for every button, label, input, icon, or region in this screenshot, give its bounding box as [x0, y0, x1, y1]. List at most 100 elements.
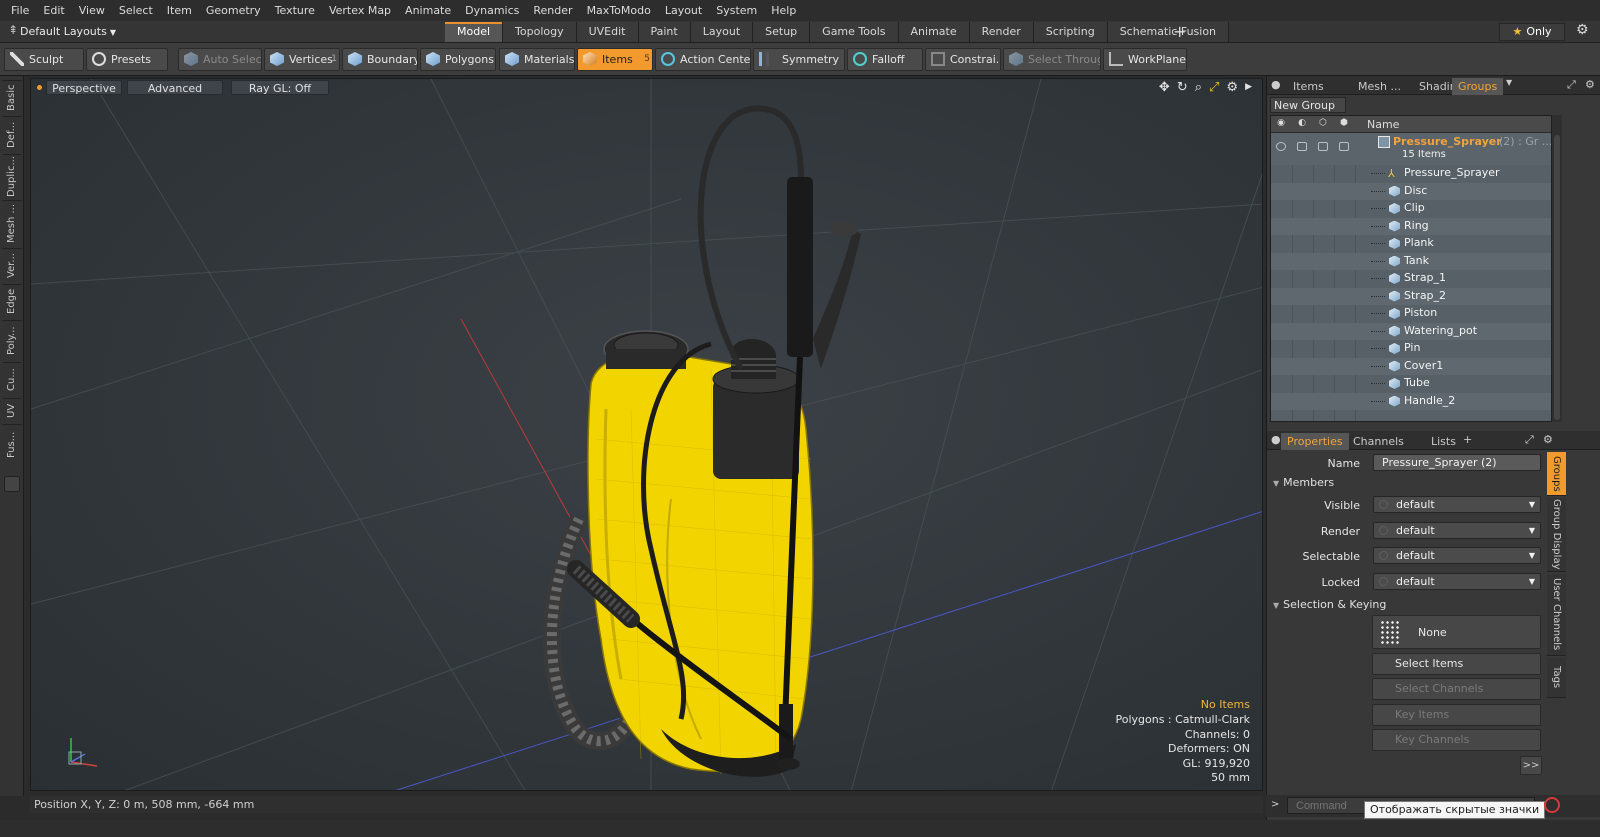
tab-layout[interactable]: Layout	[690, 22, 754, 42]
menu-maxtomodo[interactable]: MaxToModo	[580, 0, 658, 21]
tab-setup[interactable]: Setup	[753, 22, 811, 42]
tab-paint[interactable]: Paint	[638, 22, 691, 42]
none-button[interactable]: None	[1372, 615, 1541, 649]
presets-button[interactable]: Presets	[86, 48, 168, 71]
boundary-button[interactable]: Boundary	[342, 48, 418, 71]
panel-gear-icon[interactable]: ⚙	[1585, 78, 1595, 91]
list-item[interactable]: Watering_pot	[1271, 322, 1551, 340]
menu-item[interactable]: Item	[160, 0, 199, 21]
locked-select[interactable]: default ▼	[1373, 573, 1541, 590]
tab-game-tools[interactable]: Game Tools	[810, 22, 899, 42]
add-tab-icon[interactable]: +	[1173, 22, 1186, 42]
expand-arrow-icon[interactable]: ▶	[1245, 80, 1252, 95]
list-item[interactable]: Pin	[1271, 340, 1551, 358]
key-items-button[interactable]: Key Items	[1372, 704, 1541, 726]
menu-geometry[interactable]: Geometry	[199, 0, 268, 21]
menu-vertex-map[interactable]: Vertex Map	[322, 0, 398, 21]
selection-keying-section[interactable]: ▼ Selection & Keying	[1273, 598, 1386, 611]
name-field[interactable]: Pressure_Sprayer (2)	[1373, 454, 1541, 471]
group-row[interactable]: Pressure_Sprayer (2) : Gr ... 15 Items	[1271, 133, 1551, 165]
menu-view[interactable]: View	[72, 0, 112, 21]
advanced-button[interactable]: Advanced	[127, 80, 223, 95]
zoom-icon[interactable]: ⌕	[1195, 80, 1202, 95]
group-visibility-eye-icon[interactable]	[1276, 142, 1286, 151]
materials-button[interactable]: Materials	[499, 48, 575, 71]
menu-file[interactable]: File	[4, 0, 36, 21]
menu-edit[interactable]: Edit	[36, 0, 71, 21]
lock-icon[interactable]: ⬢	[1337, 118, 1351, 130]
more-button[interactable]: >>	[1520, 756, 1542, 775]
select-items-button[interactable]: Select Items	[1372, 653, 1541, 675]
tab-topology[interactable]: Topology	[503, 22, 577, 42]
gear-icon[interactable]: ⚙	[1576, 22, 1589, 38]
menu-help[interactable]: Help	[764, 0, 803, 21]
group-lock-toggle[interactable]	[1339, 142, 1349, 151]
left-tab-vertex[interactable]: Ver...	[3, 248, 21, 282]
constraints-button[interactable]: Constrai...	[925, 48, 1001, 71]
properties-expand-icon[interactable]: ⤢	[1525, 433, 1534, 447]
panel-tabs-dropdown-icon[interactable]: ▼	[1506, 78, 1512, 87]
tab-render[interactable]: Render	[969, 22, 1034, 42]
fit-icon[interactable]: ⤢	[1209, 80, 1219, 95]
list-item[interactable]: Plank	[1271, 235, 1551, 253]
list-item[interactable]: Disc	[1271, 182, 1551, 200]
visibility-eye-icon[interactable]: ◉	[1274, 118, 1288, 130]
list-item[interactable]: Strap_2	[1271, 287, 1551, 305]
list-item[interactable]: Clip	[1271, 200, 1551, 218]
side-tab-group-display[interactable]: Group Display	[1547, 498, 1566, 572]
raygl-button[interactable]: Ray GL: Off	[231, 80, 329, 95]
panel-dot-icon[interactable]: ●	[1271, 78, 1281, 91]
left-tab-duplicate[interactable]: Duplic...	[3, 154, 21, 198]
tab-groups[interactable]: Groups	[1452, 78, 1504, 95]
list-item[interactable]: Ring	[1271, 217, 1551, 235]
tab-items[interactable]: Items	[1287, 78, 1330, 95]
falloff-button[interactable]: Falloff	[847, 48, 923, 71]
properties-gear-icon[interactable]: ⚙	[1543, 433, 1553, 446]
3d-viewport[interactable]: Perspective Advanced Ray GL: Off ✥ ↻ ⌕ ⤢…	[30, 78, 1263, 791]
symmetry-button[interactable]: Symmetry	[753, 48, 845, 71]
group-render-icon[interactable]	[1297, 142, 1307, 151]
list-item[interactable]: Strap_1	[1271, 270, 1551, 288]
scrollbar-thumb[interactable]	[1554, 135, 1560, 420]
menu-layout[interactable]: Layout	[658, 0, 709, 21]
layout-selector[interactable]: Default Layouts ▼	[20, 21, 116, 43]
left-tab-fusion[interactable]: Fus...	[3, 424, 21, 464]
list-item[interactable]: Handle_2	[1271, 392, 1551, 410]
polygons-button[interactable]: Polygons	[420, 48, 496, 71]
rotate-icon[interactable]: ↻	[1177, 80, 1188, 95]
select-through-button[interactable]: Select Through	[1003, 48, 1101, 71]
view-mode-button[interactable]: Perspective	[46, 80, 122, 95]
side-tab-tags[interactable]: Tags	[1547, 658, 1566, 698]
only-button[interactable]: ★ Only	[1499, 23, 1565, 41]
viewport-gear-icon[interactable]: ⚙	[1226, 80, 1238, 95]
pan-icon[interactable]: ✥	[1159, 80, 1170, 95]
left-strip-toggle[interactable]	[4, 476, 20, 492]
properties-dot-icon[interactable]: ●	[1271, 433, 1281, 446]
members-section[interactable]: ▼ Members	[1273, 476, 1334, 489]
select-lock-icon[interactable]: ⬡	[1316, 118, 1330, 130]
name-column-header[interactable]: Name	[1367, 118, 1399, 131]
tab-model[interactable]: Model	[445, 22, 504, 42]
list-item[interactable]: Tank	[1271, 252, 1551, 270]
list-item[interactable]: Piston	[1271, 305, 1551, 323]
tab-schematic-fusion[interactable]: Schematic Fusion	[1107, 22, 1230, 42]
add-prop-tab-icon[interactable]: +	[1463, 433, 1472, 446]
layout-pin-icon[interactable]: ⇞	[8, 23, 18, 37]
group-select-toggle[interactable]	[1318, 142, 1328, 151]
record-macro-icon[interactable]	[1544, 797, 1560, 813]
action-center-button[interactable]: Action Center	[655, 48, 751, 71]
sculpt-button[interactable]: Sculpt	[4, 48, 84, 71]
left-tab-basic[interactable]: Basic	[3, 80, 21, 114]
left-tab-polygon[interactable]: Poly...	[3, 320, 21, 360]
workplane-button[interactable]: WorkPlane	[1103, 48, 1187, 71]
left-tab-deform[interactable]: Def...	[3, 116, 21, 152]
left-tab-mesh[interactable]: Mesh ...	[3, 200, 21, 246]
select-channels-button[interactable]: Select Channels	[1372, 678, 1541, 700]
auto-select-button[interactable]: Auto Select	[178, 48, 262, 71]
groups-scrollbar[interactable]	[1552, 115, 1562, 422]
new-group-button[interactable]: New Group	[1270, 97, 1346, 113]
left-tab-uv[interactable]: UV	[3, 398, 21, 422]
left-tab-edge[interactable]: Edge	[3, 284, 21, 318]
visible-select[interactable]: default ▼	[1373, 496, 1541, 513]
menu-render[interactable]: Render	[526, 0, 579, 21]
